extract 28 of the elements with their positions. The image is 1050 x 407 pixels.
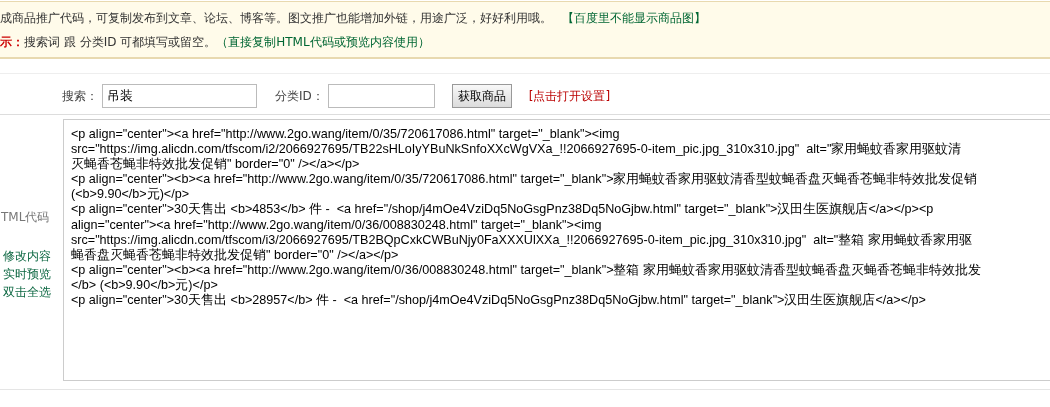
- search-field[interactable]: 吊装: [102, 84, 257, 108]
- code-line: (<b>9.90</b>元)</p>: [71, 187, 190, 203]
- settings-link[interactable]: [点击打开设置]: [528, 87, 611, 105]
- search-label: 搜索：: [62, 87, 98, 105]
- code-line: 灭蝇香苍蝇非特效批发促销" border="0" /></a></p>: [71, 157, 360, 173]
- code-line: </b> (<b>9.90</b>元)</p>: [71, 277, 218, 293]
- code-textarea[interactable]: [63, 119, 1050, 381]
- code-label: TML代码: [1, 209, 50, 226]
- notice-note: 【百度里不能显示商品图】: [562, 10, 706, 27]
- code-line: <p align="center"><b><a href="http://www.2go.wang/item/0/36/008830248.html" target="_blank">整箱 家用蝇蚊香家用驱蚊清香型蚊蝇香盘灭蝇香苍蝇非特效批发: [71, 262, 981, 278]
- notice-text: 成商品推广代码，可复制发布到文章、论坛、博客等。图文推广也能增加外链，用途广泛，好好利用哦。: [0, 10, 552, 27]
- code-line: src="https://img.alicdn.com/tfscom/i3/2066927695/TB2BQpCxkCWBuNjy0FaXXXUlXXa_!!2066927695-0-item_pic.jpg_310x310.jpg" alt="整箱 家用蝇蚊香家用驱: [71, 232, 972, 248]
- fetch-button[interactable]: 获取商品: [451, 84, 512, 108]
- category-field[interactable]: [327, 84, 435, 108]
- code-line: <p align="center"><a href="http://www.2go.wang/item/0/35/720617086.html" target="_blank"><img: [71, 127, 620, 143]
- action-link[interactable]: 双击全选: [3, 283, 51, 301]
- code-line: src="https://img.alicdn.com/tfscom/i2/2066927695/TB22sHLoIyYBuNkSnfoXXcWgVXa_!!2066927695-0-item_pic.jpg_310x310.jpg" alt="家用蝇蚊香家用驱蚊清: [71, 142, 962, 157]
- code-line: <p align="center"><b><a href="http://www.2go.wang/item/0/35/720617086.html" target="_blank">家用蝇蚊香家用驱蚊清香型蚊蝇香盘灭蝇香苍蝇非特效批发促销: [71, 172, 978, 188]
- tip-text: 搜索词 跟 分类ID 可都填写或留空。: [24, 34, 217, 51]
- code-line: <p align="center">30天售出 <b>4853</b> 件 - <a href="/shop/j4mOe4VziDq5NoGsgPnz38Dq5NoGjbw.html" target="_blank">汉田生医旗舰店</a></p><p: [71, 202, 934, 218]
- category-label: 分类ID：: [275, 87, 324, 105]
- code-line: <p align="center">30天售出 <b>28957</b> 件 - <a href="/shop/j4mOe4VziDq5NoGsgPnz38Dq5NoGjbw.html" target="_blank">汉田生医旗舰店</a></p>: [71, 293, 926, 309]
- action-link[interactable]: 修改内容: [3, 247, 51, 265]
- tip-note: （直接复制HTML代码或预览内容使用）: [216, 34, 430, 51]
- code-line: align="center"><a href="http://www.2go.wang/item/0/36/008830248.html" target="_blank"><img: [71, 217, 602, 233]
- code-line: 蝇香盘灭蝇香苍蝇非特效批发促销" border="0" /></a></p>: [71, 247, 399, 263]
- action-link[interactable]: 实时预览: [3, 265, 51, 283]
- tip-label: 示：: [0, 34, 24, 51]
